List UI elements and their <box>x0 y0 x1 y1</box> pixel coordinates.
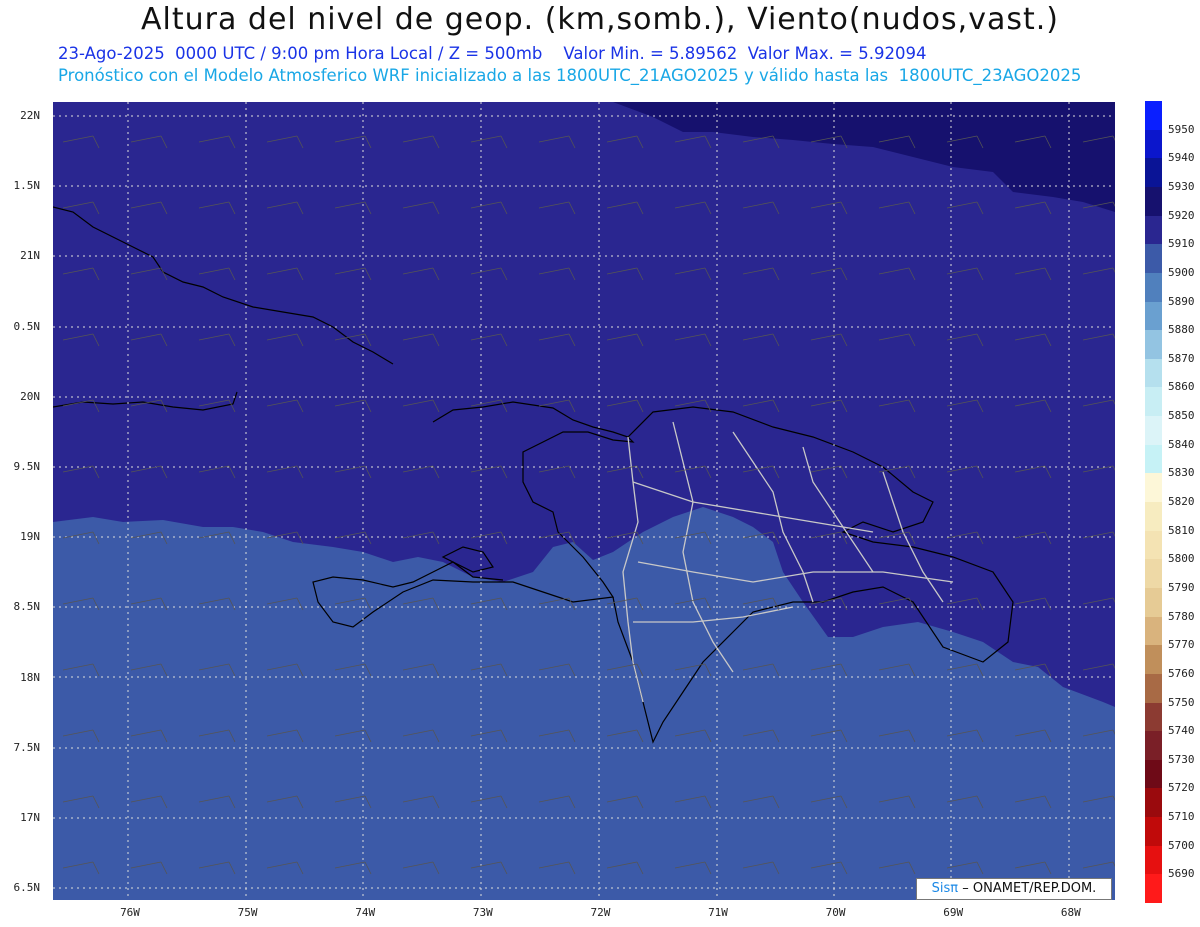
lon-label: 76W <box>120 906 140 919</box>
lon-label: 72W <box>590 906 611 919</box>
valid-time-line: 23-Ago-2025 0000 UTC / 9:00 pm Hora Loca… <box>58 44 927 63</box>
model-info-line: Pronóstico con el Modelo Atmosferico WRF… <box>58 66 1082 85</box>
colorbar-label: 5800 <box>1168 552 1195 566</box>
colorbar-label: 5910 <box>1168 237 1195 251</box>
colorbar-label: 5700 <box>1168 838 1195 852</box>
colorbar-swatch <box>1145 673 1162 703</box>
lon-label: 70W <box>825 906 846 919</box>
colorbar-swatch <box>1145 845 1162 875</box>
colorbar-label: 5760 <box>1168 666 1195 680</box>
colorbar-label: 5860 <box>1168 380 1195 394</box>
lat-label: 18N <box>20 670 40 684</box>
colorbar-swatch <box>1145 817 1162 847</box>
colorbar-swatch <box>1145 215 1162 245</box>
forecast-map[interactable] <box>53 102 1115 900</box>
colorbar-swatch <box>1145 272 1162 302</box>
colorbar-label: 5890 <box>1168 294 1195 308</box>
lon-label: 74W <box>355 906 376 919</box>
colorbar-swatch <box>1145 645 1162 675</box>
colorbar-swatch <box>1145 358 1162 388</box>
lat-label: 17N <box>20 811 40 824</box>
colorbar-swatch <box>1145 244 1162 274</box>
colorbar-label: 5870 <box>1168 351 1195 365</box>
lon-label: 68W <box>1060 906 1081 919</box>
colorbar-swatch <box>1145 129 1162 159</box>
colorbar-label: 5730 <box>1168 752 1195 766</box>
colorbar-label: 5920 <box>1168 208 1195 222</box>
colorbar-swatch <box>1145 788 1162 818</box>
lat-label: 20N <box>20 389 40 403</box>
colorbar-swatch <box>1145 874 1162 904</box>
lat-label: 22N <box>20 109 40 122</box>
colorbar-label: 5940 <box>1168 151 1195 165</box>
colorbar-swatch <box>1145 186 1162 217</box>
lon-label: 73W <box>472 906 493 919</box>
colorbar-swatch <box>1145 587 1162 618</box>
colorbar-swatch <box>1145 702 1162 732</box>
colorbar-label: 5710 <box>1168 810 1195 824</box>
credit-text: – ONAMET/REP.DOM. <box>962 881 1097 896</box>
colorbar-label: 5770 <box>1168 638 1195 652</box>
lat-label: 19N <box>20 530 40 544</box>
colorbar-label: 5840 <box>1168 437 1195 451</box>
lat-label: 1.5N <box>13 179 41 193</box>
colorbar-swatch <box>1145 530 1162 560</box>
colorbar-label: 5900 <box>1168 265 1195 279</box>
credit-box: Sisπ – ONAMET/REP.DOM. <box>916 878 1112 900</box>
colorbar-swatch <box>1145 387 1162 417</box>
colorbar-label: 5690 <box>1168 867 1195 881</box>
colorbar-swatch <box>1145 731 1162 761</box>
colorbar-swatch <box>1145 416 1162 446</box>
lon-label: 69W <box>943 906 964 919</box>
colorbar-label: 5880 <box>1168 323 1195 337</box>
lon-label: 75W <box>237 906 258 919</box>
lat-label: 8.5N <box>13 600 41 614</box>
colorbar-swatch <box>1145 616 1162 646</box>
map-title: Altura del nivel de geop. (km,somb.), Vi… <box>141 2 1059 37</box>
colorbar-swatch <box>1145 101 1162 131</box>
colorbar-swatch <box>1145 158 1162 188</box>
colorbar-label: 5810 <box>1168 523 1195 537</box>
colorbar-swatch <box>1145 502 1162 532</box>
lon-label: 71W <box>708 906 728 919</box>
lat-label: 9.5N <box>13 460 41 473</box>
colorbar-label: 5740 <box>1168 724 1195 738</box>
colorbar-swatch <box>1145 759 1162 789</box>
lat-label: 7.5N <box>13 740 41 754</box>
colorbar-label: 5780 <box>1168 609 1195 623</box>
lat-label: 0.5N <box>13 319 41 333</box>
lat-label: 6.5N <box>13 881 41 895</box>
colorbar-label: 5820 <box>1168 495 1195 508</box>
colorbar-swatch <box>1145 301 1162 331</box>
colorbar-label: 5950 <box>1168 122 1195 136</box>
colorbar-label: 5930 <box>1168 179 1195 193</box>
colorbar-label: 5790 <box>1168 580 1195 594</box>
colorbar-swatch <box>1145 559 1162 589</box>
colorbar-label: 5830 <box>1168 466 1195 480</box>
colorbar-swatch <box>1145 473 1162 503</box>
colorbar-swatch <box>1145 444 1162 474</box>
colorbar-label: 5720 <box>1168 781 1195 795</box>
lat-label: 21N <box>20 249 40 263</box>
colorbar-label: 5750 <box>1168 695 1195 709</box>
colorbar-label: 5850 <box>1168 409 1195 423</box>
colorbar-swatch <box>1145 330 1162 360</box>
credit-brand: Sisπ <box>931 881 959 896</box>
